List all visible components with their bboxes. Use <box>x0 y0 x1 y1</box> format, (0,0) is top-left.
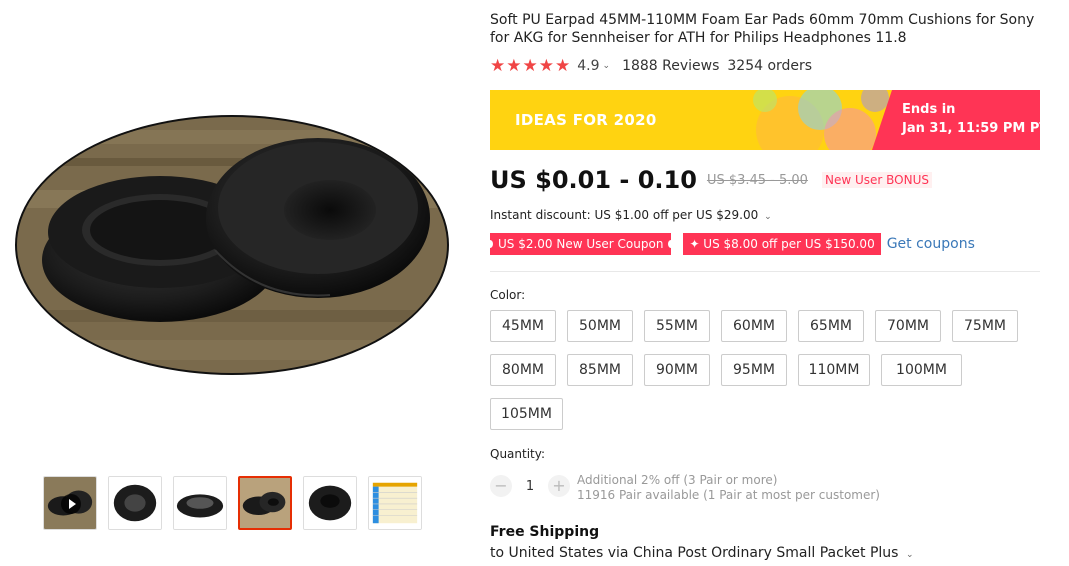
bulk-discount-text: Additional 2% off (3 Pair or more) <box>577 473 778 487</box>
size-option[interactable]: 85MM <box>567 354 633 386</box>
size-option[interactable]: 95MM <box>721 354 787 386</box>
star-icon: ★ <box>522 56 538 76</box>
play-icon <box>61 494 81 514</box>
size-option[interactable]: 65MM <box>798 310 864 342</box>
get-coupons-link[interactable]: Get coupons <box>887 236 975 252</box>
quantity-decrease-button[interactable]: − <box>490 475 512 497</box>
current-price: US $0.01 - 0.10 <box>490 166 697 194</box>
thumbnail-image[interactable] <box>303 476 357 530</box>
rating-value[interactable]: 4.9 <box>577 58 599 74</box>
promo-countdown: Ends in Jan 31, 11:59 PM PT <box>892 90 1040 150</box>
promo-banner[interactable]: IDEAS FOR 2020 Ends in Jan 31, 11:59 PM … <box>490 90 1040 150</box>
store-coupon[interactable]: ✦ US $8.00 off per US $150.00 <box>683 233 881 255</box>
instant-discount-text: Instant discount: US $1.00 off per US $2… <box>490 208 759 222</box>
shipping-method[interactable]: to United States via China Post Ordinary… <box>490 545 925 561</box>
quantity-input[interactable]: 1 <box>512 479 548 494</box>
promo-headline: IDEAS FOR 2020 <box>515 111 657 129</box>
size-option[interactable]: 60MM <box>721 310 787 342</box>
quantity-increase-button[interactable]: + <box>548 475 570 497</box>
original-price: US $3.45 - 5.00 <box>706 172 808 188</box>
thumbnail-image-active[interactable] <box>238 476 292 530</box>
coupon-row: US $2.00 New User Coupon ✦ US $8.00 off … <box>486 233 975 255</box>
product-main-image[interactable] <box>10 110 455 380</box>
orders-count: 3254 orders <box>727 58 813 74</box>
size-option[interactable]: 75MM <box>952 310 1018 342</box>
price-row: US $0.01 - 0.10 US $3.45 - 5.00 New User… <box>490 166 932 194</box>
size-option[interactable]: 55MM <box>644 310 710 342</box>
quantity-stepper: − 1 + <box>490 475 570 497</box>
quantity-label: Quantity: <box>490 447 546 461</box>
star-icon: ★ <box>506 56 522 76</box>
stock-availability-text: 11916 Pair available (1 Pair at most per… <box>577 488 880 502</box>
thumbnail-strip <box>43 476 433 530</box>
shipping-title: Free Shipping <box>490 524 600 540</box>
rating-stars: ★ ★ ★ ★ ★ <box>490 57 571 75</box>
chevron-down-icon[interactable]: ⌄ <box>906 550 914 560</box>
product-title: Soft PU Earpad 45MM-110MM Foam Ear Pads … <box>490 12 1035 46</box>
thumbnail-image[interactable] <box>173 476 227 530</box>
size-option[interactable]: 80MM <box>490 354 556 386</box>
countdown-label: Ends in <box>902 102 956 117</box>
thumbnail-size-chart[interactable] <box>368 476 422 530</box>
size-options: 45MM 50MM 55MM 60MM 65MM 70MM 75MM 80MM … <box>490 310 1050 442</box>
size-option[interactable]: 45MM <box>490 310 556 342</box>
size-option[interactable]: 100MM <box>881 354 962 386</box>
shipping-description: to United States via China Post Ordinary… <box>490 545 899 561</box>
size-option[interactable]: 70MM <box>875 310 941 342</box>
divider <box>490 271 1040 272</box>
size-option[interactable]: 105MM <box>490 398 563 430</box>
size-option[interactable]: 110MM <box>798 354 870 386</box>
chevron-down-icon[interactable]: ⌄ <box>603 61 611 71</box>
reviews-link[interactable]: 1888 Reviews <box>622 58 719 74</box>
star-icon: ★ <box>555 56 571 76</box>
instant-discount[interactable]: Instant discount: US $1.00 off per US $2… <box>490 208 784 222</box>
quantity-info: Additional 2% off (3 Pair or more) 11916… <box>577 473 880 503</box>
size-option[interactable]: 50MM <box>567 310 633 342</box>
color-label: Color: <box>490 288 526 302</box>
star-icon: ★ <box>490 56 506 76</box>
chevron-down-icon[interactable]: ⌄ <box>764 212 772 222</box>
star-icon: ★ <box>538 56 554 76</box>
promo-banner-graphic: IDEAS FOR 2020 <box>490 90 892 150</box>
size-option[interactable]: 90MM <box>644 354 710 386</box>
countdown-time: Jan 31, 11:59 PM PT <box>902 121 1040 136</box>
new-user-bonus-badge: New User BONUS <box>821 172 932 188</box>
rating-row: ★ ★ ★ ★ ★ 4.9 ⌄ 1888 Reviews 3254 orders <box>490 56 812 76</box>
new-user-coupon[interactable]: US $2.00 New User Coupon <box>486 233 675 255</box>
thumbnail-image[interactable] <box>108 476 162 530</box>
thumbnail-video[interactable] <box>43 476 97 530</box>
